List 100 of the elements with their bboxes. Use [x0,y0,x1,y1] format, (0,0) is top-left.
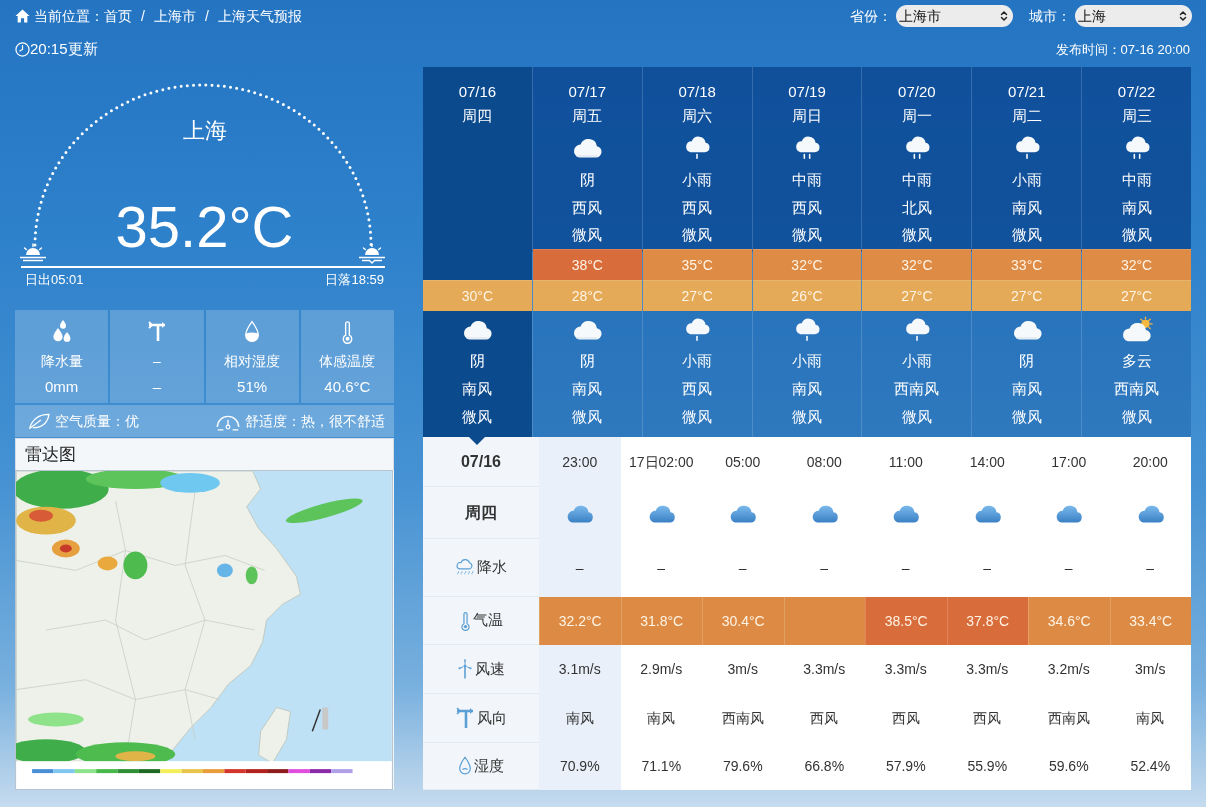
city-label: 城市： [1029,6,1071,26]
stat-label: 体感温度 [319,352,376,371]
sunset-icon [358,243,386,264]
wind-direction: 西风 [682,198,713,218]
wind-level: 微风 [792,225,822,245]
sunset-time: 日落18:59 [325,271,384,289]
low-temp-cell: 27°C [972,280,1082,311]
wind-direction: 西南风 [894,379,940,399]
low-temp-cell: 27°C [1082,280,1191,311]
leaf-icon [27,412,51,430]
temp-cell: 32.2°C [539,597,621,645]
city-select[interactable]: 上海 [1075,5,1192,27]
weekday-label: 周五 [572,106,603,126]
row-label: 风速 [475,658,505,679]
date-label: 07/16 [458,82,497,102]
home-icon [15,9,30,23]
wind-direction-value: 西南风 [1047,709,1090,728]
half-filled-drop-icon [243,320,262,344]
temp-cell: 37.8°C [946,597,1028,645]
date-label: 07/20 [898,82,936,102]
stat-value: 40.6°C [324,377,371,397]
wind-level: 微风 [682,225,713,245]
forecast-column[interactable]: 07/22 周三 中雨 南风 微风 32°C 27°C 多云 西南风 微风 [1081,67,1191,437]
forecast-column[interactable]: 07/19 周日 中雨 西风 微风 32°C 26°C 小雨 南风 微风 [751,67,862,437]
time-label: 23:00 [562,452,598,472]
thermometer-icon [340,320,354,344]
stat-value: 51% [237,377,268,397]
comfort-text: 舒适度：热，很不舒适 [245,411,385,431]
weekday-label: 周二 [1011,106,1042,126]
breadcrumb-separator: / [141,6,145,26]
precipitation-value: – [575,558,584,578]
time-label: 05:00 [725,452,761,472]
wind-level: 微风 [792,407,822,427]
wind-level: 微风 [1011,407,1042,427]
forecast-column[interactable]: 07/21 周二 小雨 南风 微风 33°C 27°C 阴 南风 微风 [971,67,1082,437]
high-temp-cell: 32°C [1082,249,1191,280]
time-label: 14:00 [969,452,1005,472]
temp-cell: 30.4°C [702,597,784,645]
wind-direction: 南风 [792,379,822,399]
drop-icon [458,756,472,776]
low-temp-cell: 28°C [532,280,642,311]
date-label: 07/16 [460,451,501,472]
wind-level: 微风 [572,225,603,245]
wind-level: 微风 [1011,225,1042,245]
wind-direction: 南风 [1011,379,1042,399]
breadcrumb-link[interactable]: 上海天气预报 [217,5,302,27]
breadcrumb-separator: / [204,6,209,26]
weekday-label: 周四 [465,502,497,523]
temp-cell: 33.4°C [1109,597,1191,645]
precipitation-value: – [738,558,747,578]
wind-direction: 南风 [572,379,603,399]
precipitation-value: – [901,558,910,578]
hour-column[interactable]: 23:00 – 32.2°C 3.1m/s 南风 70.9% [539,437,621,790]
wind-direction-value: 西风 [810,709,839,728]
publish-time: 发布时间：07-16 20:00 [1055,40,1190,59]
weekday-label: 周三 [1121,106,1152,126]
high-temp-cell: 32°C [752,249,862,280]
date-label: 07/19 [788,82,826,102]
row-label: 风向 [477,707,507,728]
weather-label: 多云 [1121,351,1152,371]
weather-label: 小雨 [901,351,932,371]
wind-direction: 南风 [462,379,493,399]
stat-value: – [152,377,162,397]
wind-direction: 西风 [792,198,822,218]
breadcrumb-link[interactable]: 上海市 [153,5,196,27]
stat-value: 0mm [44,377,79,397]
stat-label: – [152,352,161,371]
time-label: 17:00 [1051,452,1087,472]
low-temp-cell: 27°C [862,280,972,311]
low-temp-cell: 30°C [423,280,532,311]
province-select[interactable]: 上海市 [896,5,1013,27]
wind-level: 微风 [901,407,932,427]
row-label: 湿度 [474,755,504,776]
radar-title: 雷达图 [15,438,394,470]
stat-label: 降水量 [40,352,83,371]
forecast-column[interactable]: 07/20 周一 中雨 北风 微风 32°C 27°C 小雨 西南风 微风 [861,67,972,437]
wind-speed-value: 3.3m/s [884,660,927,679]
temp-cell: 38.5°C [865,597,947,645]
weather-label: 中雨 [1121,170,1152,190]
forecast-column[interactable]: 07/17 周五 阴 西风 微风 38°C 28°C 阴 南风 微风 [531,67,642,437]
weather-label: 中雨 [792,170,822,190]
forecast-column[interactable]: 07/18 周六 小雨 西风 微风 35°C 27°C 小雨 西风 微风 [641,67,752,437]
wind-direction: 北风 [901,198,932,218]
weather-label: 阴 [469,351,485,371]
weekday-label: 周六 [682,106,713,126]
time-label: 11:00 [888,452,923,472]
temp-cell: 34.6°C [1028,597,1110,645]
sunrise-icon [19,243,47,262]
update-time: 20:15更新 [30,39,98,60]
weekday-label: 周日 [792,106,822,126]
wind-speed-value: 3.3m/s [966,660,1009,679]
city-name: 上海 [182,118,227,144]
humidity-value: 55.9% [967,757,1008,776]
wind-speed-value: 3.3m/s [803,660,846,679]
wind-direction: 南风 [1121,198,1152,218]
high-temp-cell: 32°C [862,249,972,280]
breadcrumb-link[interactable]: 首页 [104,5,132,27]
wind-level: 微风 [901,225,932,245]
rain-cloud-icon [455,558,475,577]
weather-label: 阴 [1019,351,1035,371]
